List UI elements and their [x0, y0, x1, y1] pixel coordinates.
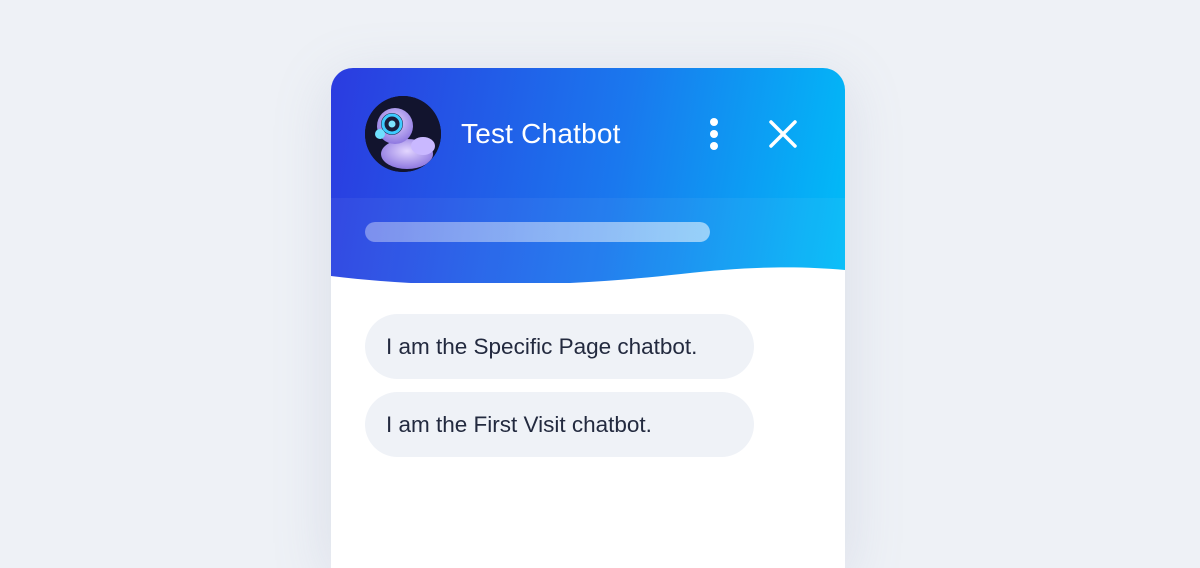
more-vertical-icon-dot	[710, 130, 718, 138]
chat-window: Test Chatbot I am the Specific Page chat…	[331, 68, 845, 568]
progress-bar	[365, 222, 710, 242]
message-list: I am the Specific Page chatbot. I am the…	[365, 314, 815, 470]
close-button[interactable]	[763, 114, 803, 154]
chat-header: Test Chatbot	[331, 68, 845, 296]
header-wave	[331, 267, 845, 296]
bot-message: I am the First Visit chatbot.	[365, 392, 754, 457]
more-vertical-icon	[710, 118, 718, 126]
bot-message: I am the Specific Page chatbot.	[365, 314, 754, 379]
more-options-button[interactable]	[701, 112, 727, 156]
robot-avatar-icon	[365, 96, 441, 172]
progress-bar-fill	[365, 222, 710, 242]
more-vertical-icon-dot	[710, 142, 718, 150]
chat-title: Test Chatbot	[461, 118, 621, 149]
close-icon	[769, 120, 797, 148]
bot-avatar	[365, 96, 441, 172]
